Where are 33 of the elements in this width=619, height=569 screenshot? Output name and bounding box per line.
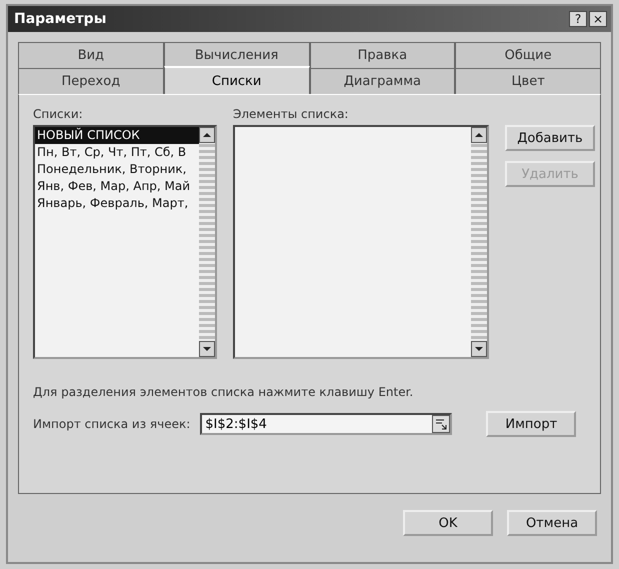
tab[interactable]: Общие (455, 42, 601, 68)
close-button[interactable]: × (589, 11, 607, 27)
tab[interactable]: Диаграмма (310, 68, 456, 94)
list-item[interactable]: Пн, Вт, Ср, Чт, Пт, Сб, В (35, 144, 199, 161)
import-range-field[interactable]: $I$2:$I$4 (200, 413, 452, 435)
list-item[interactable]: Понедельник, Вторник, (35, 161, 199, 178)
scrollbar[interactable] (199, 127, 215, 357)
lists-label: Списки: (33, 107, 84, 121)
add-button[interactable]: Добавить (505, 125, 595, 151)
help-button[interactable]: ? (569, 11, 587, 27)
collapse-dialog-icon[interactable] (432, 415, 450, 433)
scroll-down-icon[interactable] (471, 341, 487, 357)
tab[interactable]: Списки (164, 66, 310, 94)
scrollbar[interactable] (471, 127, 487, 357)
tab[interactable]: Правка (310, 42, 456, 68)
ok-button[interactable]: OK (403, 510, 493, 536)
scroll-down-icon[interactable] (199, 341, 215, 357)
lists-listbox[interactable]: НОВЫЙ СПИСОК Пн, Вт, Ср, Чт, Пт, Сб, В Понедельник, Вторник, Янв, Фев, Мар, Апр, Май Январь, Февраль, Март, (33, 125, 217, 359)
tab[interactable]: Вычисления (164, 42, 310, 68)
window-title: Параметры (14, 11, 106, 27)
scroll-up-icon[interactable] (471, 127, 487, 143)
list-item[interactable]: Январь, Февраль, Март, (35, 195, 199, 212)
tab[interactable]: Вид (18, 42, 164, 68)
import-button[interactable]: Импорт (486, 411, 576, 437)
list-entries-label: Элементы списка: (233, 107, 350, 121)
cancel-button[interactable]: Отмена (507, 510, 597, 536)
list-item[interactable]: НОВЫЙ СПИСОК (35, 127, 199, 144)
tab[interactable]: Переход (18, 68, 164, 94)
hint-text: Для разделения элементов списка нажмите клавишу Enter. (33, 385, 414, 399)
import-label: Импорт списка из ячеек: (33, 417, 190, 431)
tab[interactable]: Цвет (455, 68, 601, 94)
scroll-up-icon[interactable] (199, 127, 215, 143)
list-item[interactable]: Янв, Фев, Мар, Апр, Май (35, 178, 199, 195)
